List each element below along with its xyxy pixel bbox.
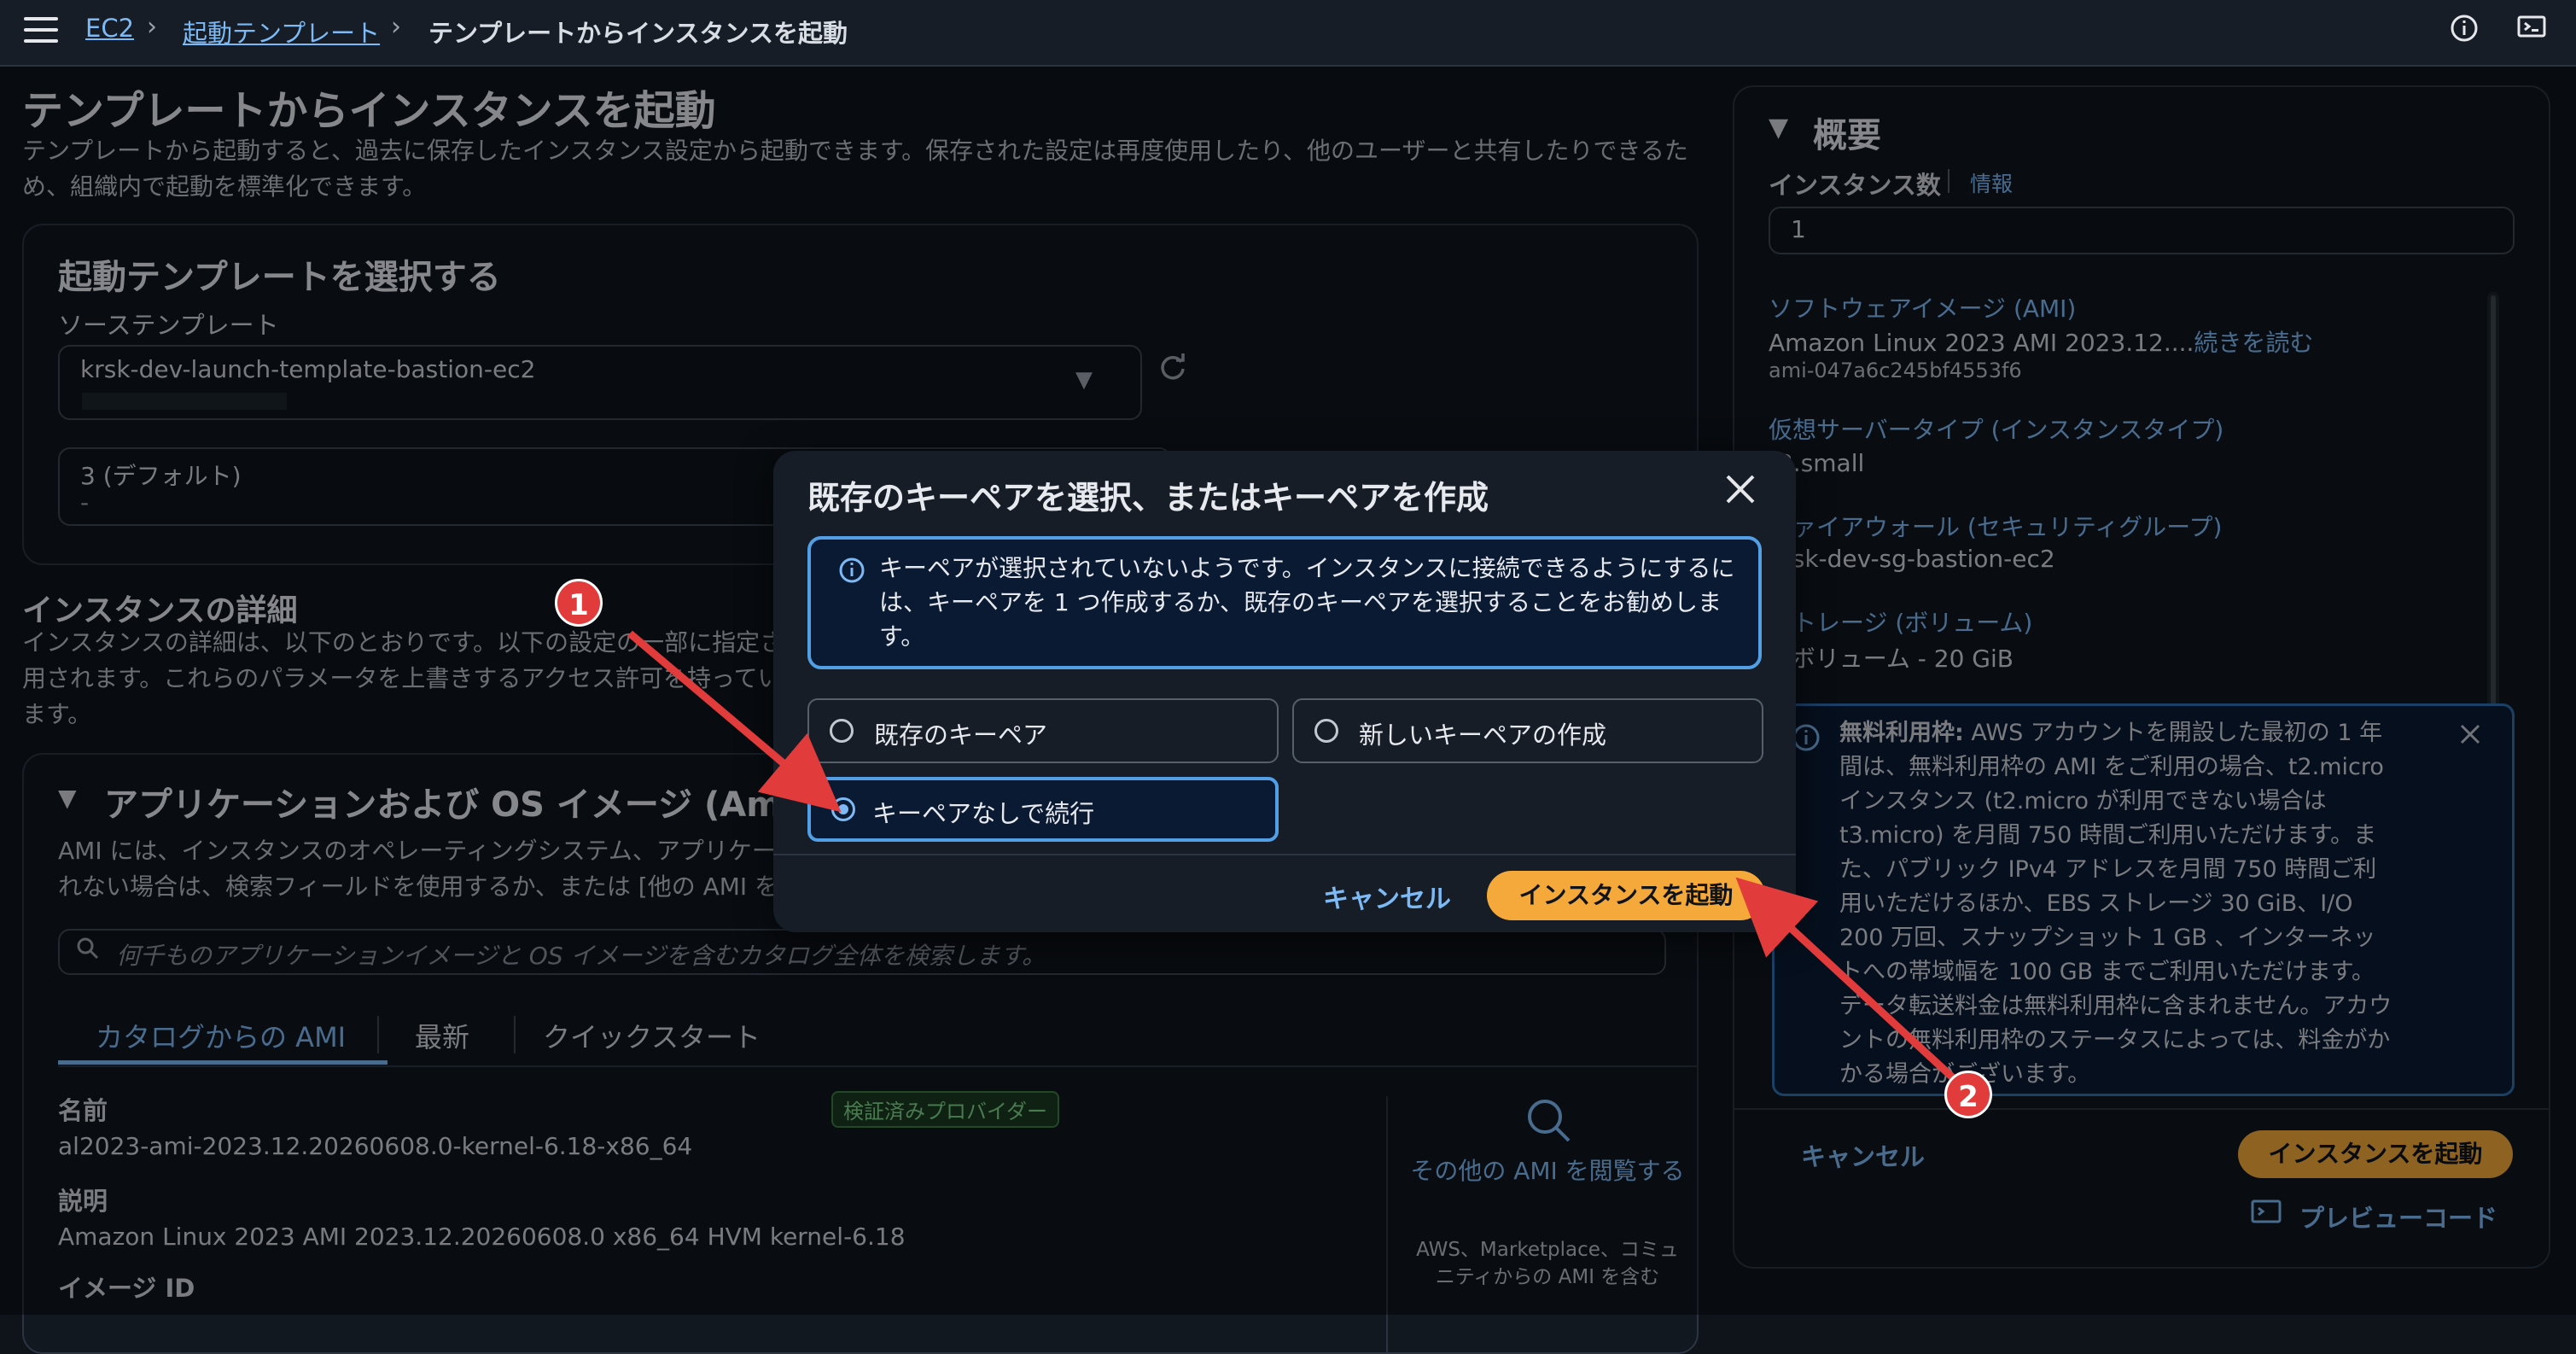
annotation-arrows [627, 630, 1961, 1086]
annotation-step-2: 2 [1944, 1071, 1992, 1118]
annotation-step-1: 1 [555, 579, 603, 627]
arrow-2 [1735, 877, 1961, 1086]
arrow-1 [627, 630, 842, 813]
